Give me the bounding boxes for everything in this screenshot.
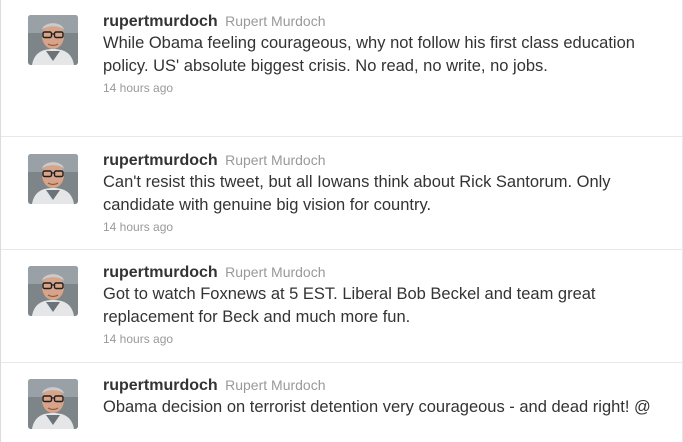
tweet-header: rupertmurdoch Rupert Murdoch: [103, 149, 672, 171]
tweet-item[interactable]: rupertmurdoch Rupert Murdoch Got to watc…: [1, 250, 682, 363]
timestamp-link[interactable]: 14 hours ago: [103, 81, 173, 95]
screen-name-link[interactable]: rupertmurdoch: [103, 377, 218, 394]
tweet-text: Can't resist this tweet, but all Iowans …: [103, 173, 611, 214]
avatar-image: [28, 15, 78, 65]
screen-name-link[interactable]: rupertmurdoch: [103, 13, 218, 30]
full-name[interactable]: Rupert Murdoch: [225, 377, 325, 393]
avatar[interactable]: [28, 379, 78, 429]
tweet-item[interactable]: rupertmurdoch Rupert Murdoch Can't resis…: [1, 137, 682, 250]
timestamp-link[interactable]: 14 hours ago: [103, 332, 173, 346]
full-name[interactable]: Rupert Murdoch: [225, 152, 325, 168]
tweet-header: rupertmurdoch Rupert Murdoch: [103, 374, 672, 396]
tweet-content: rupertmurdoch Rupert Murdoch Obama decis…: [103, 374, 672, 419]
avatar[interactable]: [28, 154, 78, 204]
avatar-image: [28, 266, 78, 316]
tweet-content: rupertmurdoch Rupert Murdoch Can't resis…: [103, 149, 672, 236]
tweet-header: rupertmurdoch Rupert Murdoch: [103, 10, 672, 32]
avatar-image: [28, 154, 78, 204]
avatar-image: [28, 379, 78, 429]
full-name[interactable]: Rupert Murdoch: [225, 13, 325, 29]
tweet-header: rupertmurdoch Rupert Murdoch: [103, 261, 672, 283]
tweet-text: While Obama feeling courageous, why not …: [103, 34, 635, 75]
tweet-timeline: rupertmurdoch Rupert Murdoch While Obama…: [0, 0, 683, 442]
tweet-item[interactable]: rupertmurdoch Rupert Murdoch While Obama…: [1, 0, 682, 137]
avatar[interactable]: [28, 266, 78, 316]
tweet-text: Obama decision on terrorist detention ve…: [103, 398, 651, 416]
full-name[interactable]: Rupert Murdoch: [225, 264, 325, 280]
tweet-content: rupertmurdoch Rupert Murdoch Got to watc…: [103, 261, 672, 348]
tweet-content: rupertmurdoch Rupert Murdoch While Obama…: [103, 10, 672, 97]
tweet-item[interactable]: rupertmurdoch Rupert Murdoch Obama decis…: [1, 363, 682, 442]
screen-name-link[interactable]: rupertmurdoch: [103, 152, 218, 169]
timestamp-link[interactable]: 14 hours ago: [103, 220, 173, 234]
screen-name-link[interactable]: rupertmurdoch: [103, 264, 218, 281]
avatar[interactable]: [28, 15, 78, 65]
tweet-text: Got to watch Foxnews at 5 EST. Liberal B…: [103, 285, 596, 326]
